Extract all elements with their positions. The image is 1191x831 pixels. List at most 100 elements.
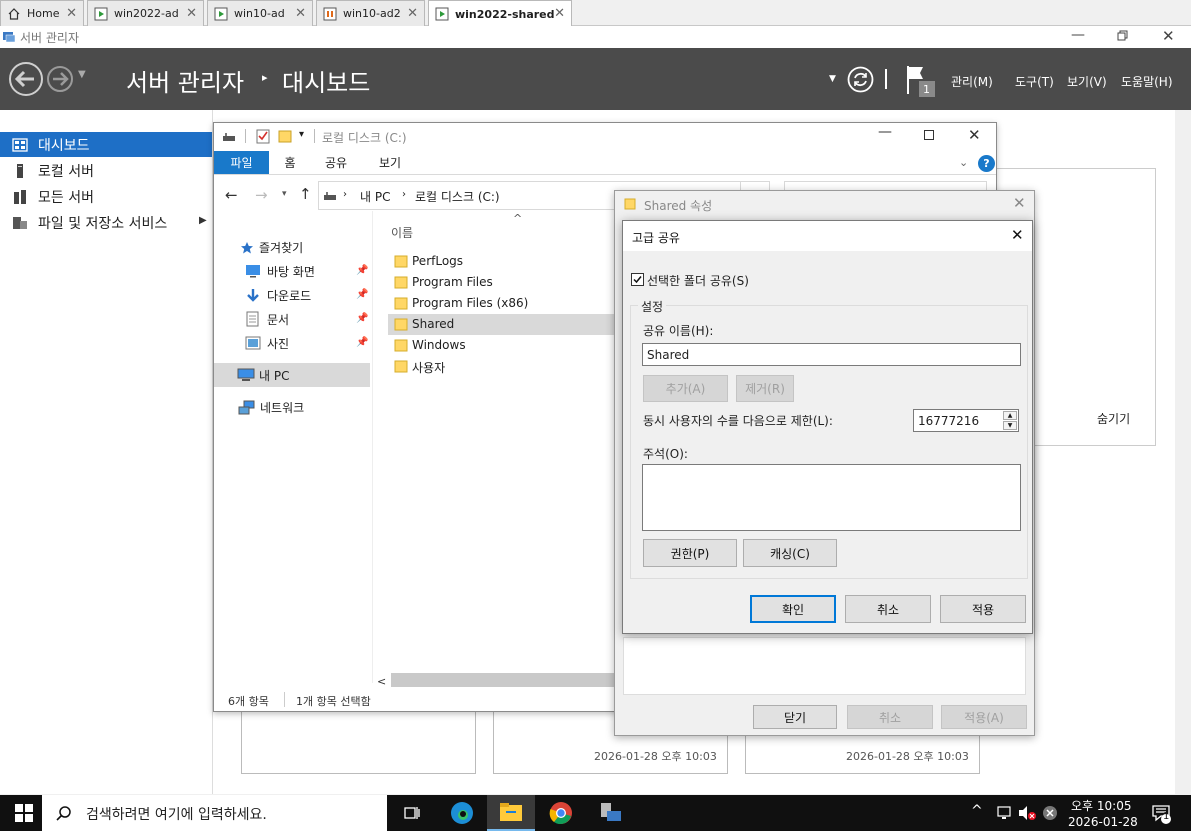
edge-button[interactable]	[438, 795, 486, 831]
ribbon-tab-home[interactable]: 홈	[272, 151, 308, 174]
forward-icon[interactable]	[46, 65, 74, 93]
help-icon[interactable]: ?	[978, 155, 995, 172]
menu-tools[interactable]: 도구(T)	[1015, 73, 1054, 90]
nav-pictures[interactable]: 사진	[267, 335, 289, 352]
file-row-windows[interactable]: Windows	[388, 335, 615, 356]
spin-down-button[interactable]: ▼	[1003, 421, 1017, 430]
nav-item-all-servers[interactable]: 모든 서버	[0, 184, 212, 209]
close-icon[interactable]: ✕	[407, 6, 418, 21]
expand-arrow-icon[interactable]: ▶	[199, 215, 207, 226]
back-arrow-icon[interactable]: ←	[225, 186, 238, 204]
host-tab-win2022-ad[interactable]: win2022-ad ✕	[87, 0, 204, 26]
breadcrumb-local-disk[interactable]: 로컬 디스크 (C:)	[415, 188, 500, 205]
spin-up-button[interactable]: ▲	[1003, 411, 1017, 420]
nav-item-local-server[interactable]: 로컬 서버	[0, 158, 212, 183]
nav-quick-access[interactable]: 즐겨찾기	[259, 239, 303, 256]
apply-button[interactable]: 적용(A)	[941, 705, 1027, 729]
close-icon[interactable]: ✕	[554, 6, 565, 21]
file-row-program-files[interactable]: Program Files	[388, 272, 615, 293]
search-box[interactable]: 검색하려면 여기에 입력하세요.	[42, 795, 387, 831]
restore-button[interactable]	[1117, 30, 1129, 42]
clock-date[interactable]: 2026-01-28	[1068, 815, 1138, 829]
close-button[interactable]: ✕	[1013, 194, 1026, 212]
ribbon-tab-file[interactable]: 파일	[214, 151, 269, 174]
network-status-icon[interactable]	[996, 805, 1012, 821]
share-folder-label[interactable]: 선택한 폴더 공유(S)	[647, 272, 749, 289]
close-icon[interactable]: ✕	[295, 6, 306, 21]
ribbon-tab-share[interactable]: 공유	[314, 151, 358, 174]
properties-icon[interactable]	[256, 129, 270, 144]
ribbon-tab-view[interactable]: 보기	[368, 151, 412, 174]
close-button[interactable]: ✕	[1011, 226, 1024, 244]
scrollbar[interactable]	[1175, 110, 1191, 794]
chevron-right-icon[interactable]: ›	[343, 189, 347, 200]
recent-locations-icon[interactable]: ▾	[282, 189, 287, 199]
caret-down-icon[interactable]: ▼	[829, 74, 836, 84]
menu-view[interactable]: 보기(V)	[1067, 73, 1107, 90]
permissions-button[interactable]: 권한(P)	[643, 539, 737, 567]
up-arrow-icon[interactable]: ↑	[299, 185, 312, 203]
show-hidden-icons-icon[interactable]: ^	[971, 803, 983, 819]
share-folder-checkbox[interactable]	[631, 273, 644, 286]
share-name-input[interactable]: Shared	[642, 343, 1021, 366]
clock-time[interactable]: 오후 10:05	[1071, 797, 1131, 814]
nav-documents[interactable]: 문서	[267, 311, 289, 328]
caching-button[interactable]: 캐싱(C)	[743, 539, 837, 567]
file-row-shared[interactable]: Shared	[388, 314, 615, 335]
nav-downloads[interactable]: 다운로드	[267, 287, 311, 304]
nav-network[interactable]: 네트워크	[260, 399, 304, 416]
task-view-button[interactable]	[388, 795, 436, 831]
file-row-perflogs[interactable]: PerfLogs	[388, 251, 615, 272]
menu-help[interactable]: 도움말(H)	[1121, 73, 1173, 90]
back-icon[interactable]	[8, 61, 44, 97]
host-tab-win2022-shared[interactable]: win2022-shared ✕	[428, 0, 572, 27]
nav-item-file-storage[interactable]: 파일 및 저장소 서비스 ▶	[0, 210, 212, 235]
server-manager-button[interactable]	[586, 795, 634, 831]
close-button[interactable]: ✕	[968, 126, 981, 144]
chevron-right-icon[interactable]: ›	[402, 189, 406, 200]
maximize-button[interactable]	[924, 130, 934, 140]
notification-flag-icon[interactable]	[906, 64, 936, 98]
refresh-icon[interactable]	[847, 66, 874, 93]
host-tab-home[interactable]: Home ✕	[0, 0, 84, 26]
forward-arrow-icon[interactable]: →	[255, 186, 268, 204]
minimize-button[interactable]: —	[878, 124, 892, 140]
ok-button[interactable]: 확인	[750, 595, 836, 623]
sort-ascending-icon[interactable]: ^	[513, 212, 522, 225]
close-dialog-button[interactable]: 닫기	[753, 705, 837, 729]
column-header-name[interactable]: 이름	[391, 224, 413, 241]
ribbon-expand-icon[interactable]: ⌄	[959, 156, 968, 169]
breadcrumb-root[interactable]: 서버 관리자	[126, 63, 244, 98]
remove-share-button[interactable]: 제거(R)	[736, 375, 794, 402]
close-icon[interactable]: ✕	[66, 6, 77, 21]
history-dropdown-icon[interactable]: ▼	[78, 69, 86, 80]
host-tab-win10-ad2[interactable]: win10-ad2 ✕	[316, 0, 425, 26]
nav-desktop[interactable]: 바탕 화면	[267, 263, 315, 280]
file-row-program-files-x86[interactable]: Program Files (x86)	[388, 293, 615, 314]
chrome-button[interactable]	[537, 795, 585, 831]
close-button[interactable]: ✕	[1162, 27, 1175, 45]
user-limit-spinner[interactable]: 16777216 ▲ ▼	[913, 409, 1019, 432]
cancel-button[interactable]: 취소	[845, 595, 931, 623]
hide-link[interactable]: 숨기기	[1097, 410, 1130, 427]
new-folder-icon[interactable]	[278, 129, 292, 143]
file-explorer-button[interactable]	[487, 795, 535, 831]
menu-manage[interactable]: 관리(M)	[951, 73, 993, 90]
breadcrumb-this-pc[interactable]: 내 PC	[360, 188, 390, 205]
cancel-button[interactable]: 취소	[847, 705, 933, 729]
horizontal-scrollbar[interactable]	[391, 673, 615, 687]
error-icon[interactable]	[1042, 805, 1058, 821]
close-icon[interactable]: ✕	[186, 6, 197, 21]
volume-muted-icon[interactable]	[1017, 804, 1037, 822]
nav-item-dashboard[interactable]: 대시보드	[0, 132, 212, 157]
minimize-button[interactable]: —	[1071, 27, 1085, 43]
add-share-button[interactable]: 추가(A)	[643, 375, 728, 402]
comment-textarea[interactable]	[642, 464, 1021, 531]
quick-access-toolbar-dropdown-icon[interactable]: ▾	[299, 129, 304, 140]
file-row-users[interactable]: 사용자	[388, 356, 615, 377]
start-button[interactable]	[0, 795, 48, 831]
scroll-left-icon[interactable]: <	[377, 675, 386, 688]
host-tab-win10-ad[interactable]: win10-ad ✕	[207, 0, 313, 26]
nav-this-pc[interactable]: 내 PC	[214, 363, 370, 387]
apply-button[interactable]: 적용	[940, 595, 1026, 623]
